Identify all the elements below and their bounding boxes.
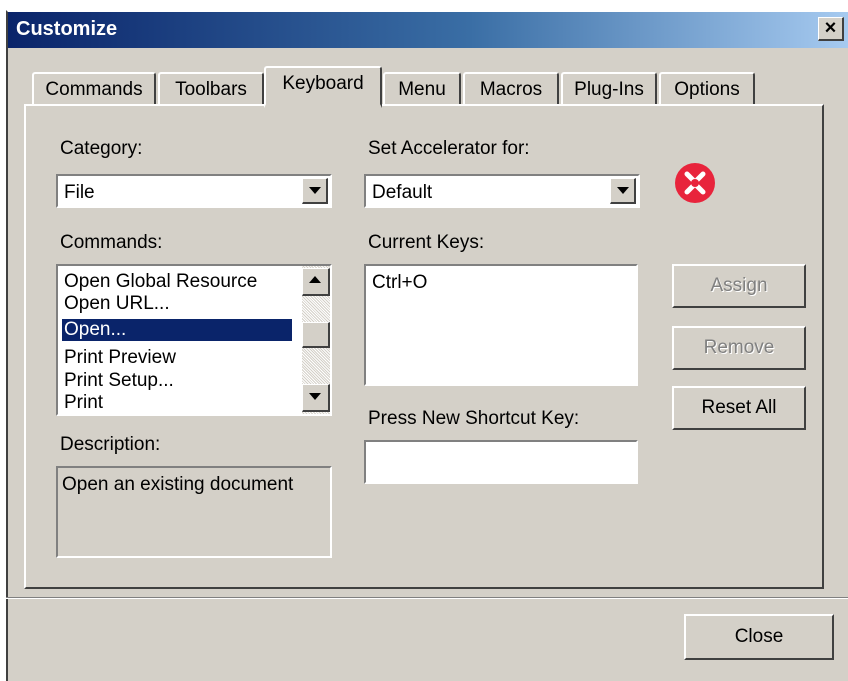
assign-button[interactable]: Assign <box>672 264 806 308</box>
commands-scrollbar[interactable] <box>302 266 330 414</box>
list-item-selected[interactable]: Open... <box>62 319 292 341</box>
category-dropdown-button[interactable] <box>302 178 328 204</box>
current-keys-list[interactable]: Ctrl+O <box>364 264 638 386</box>
chevron-up-icon <box>309 276 321 283</box>
remove-button[interactable]: Remove <box>672 326 806 370</box>
description-text: Open an existing document <box>62 474 294 495</box>
x-circle-icon <box>675 163 715 203</box>
list-item[interactable]: Print <box>62 392 103 414</box>
tab-plugins[interactable]: Plug-Ins <box>561 72 657 106</box>
chevron-down-icon <box>617 187 629 194</box>
commands-list[interactable]: Open Global Resource Open URL... Open...… <box>56 264 332 416</box>
tab-toolbars[interactable]: Toolbars <box>158 72 264 106</box>
accelerator-select[interactable]: Default <box>364 174 640 208</box>
accelerator-value: Default <box>372 182 433 203</box>
list-item[interactable]: Print Preview <box>62 347 176 369</box>
tab-options[interactable]: Options <box>659 72 755 106</box>
tab-macros[interactable]: Macros <box>463 72 559 106</box>
separator <box>6 597 848 599</box>
window-title: Customize <box>16 18 118 40</box>
title-bar: Customize × <box>8 12 848 48</box>
scroll-up-button[interactable] <box>302 268 330 296</box>
category-value: File <box>64 182 95 203</box>
category-select[interactable]: File <box>56 174 332 208</box>
list-item[interactable]: Open Global Resource <box>62 271 257 293</box>
tab-commands[interactable]: Commands <box>32 72 156 106</box>
scroll-thumb[interactable] <box>302 322 330 348</box>
close-button[interactable]: Close <box>684 614 834 660</box>
scroll-down-button[interactable] <box>302 384 330 412</box>
new-shortcut-input[interactable] <box>364 440 638 484</box>
list-item[interactable]: Print Setup... <box>62 370 174 392</box>
close-window-button[interactable]: × <box>818 17 844 41</box>
chevron-down-icon <box>309 187 321 194</box>
list-item[interactable]: Open URL... <box>62 293 170 315</box>
accelerator-dropdown-button[interactable] <box>610 178 636 204</box>
close-icon[interactable]: × <box>825 17 837 39</box>
tab-menu[interactable]: Menu <box>383 72 461 106</box>
description-box: Open an existing document <box>56 466 332 558</box>
chevron-down-icon <box>309 393 321 400</box>
tab-keyboard[interactable]: Keyboard <box>264 66 382 108</box>
list-item[interactable]: Ctrl+O <box>370 272 427 294</box>
reset-all-button[interactable]: Reset All <box>672 386 806 430</box>
